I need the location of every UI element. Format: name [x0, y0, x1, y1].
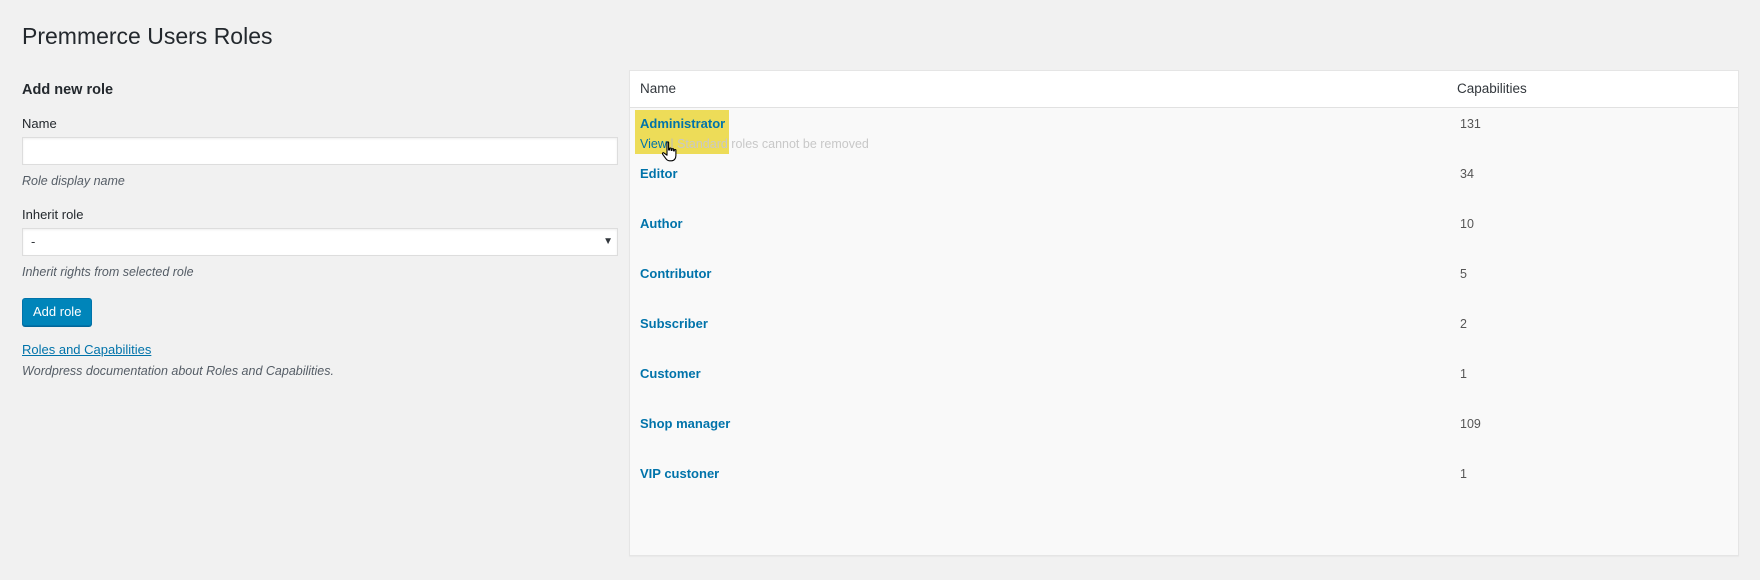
table-row: VIP custoner 1: [630, 463, 1738, 519]
add-role-form: Add new role Name Role display name Inhe…: [22, 78, 618, 381]
role-name-link[interactable]: Author: [640, 213, 683, 235]
role-name-link[interactable]: Editor: [640, 163, 678, 185]
role-name-link[interactable]: Administrator: [640, 113, 725, 135]
inherit-role-label: Inherit role: [22, 207, 84, 222]
column-header-capabilities[interactable]: Capabilities: [1457, 71, 1527, 107]
table-row: Contributor 5: [630, 263, 1738, 319]
role-name-link[interactable]: VIP custoner: [640, 463, 719, 485]
role-name-link[interactable]: Subscriber: [640, 313, 708, 335]
role-capabilities-count: 131: [1460, 117, 1481, 131]
inherit-role-select[interactable]: - ▼: [22, 228, 618, 256]
column-header-name[interactable]: Name: [640, 71, 676, 107]
table-row: Administrator View | Standard roles cann…: [630, 110, 1738, 169]
table-row: Subscriber 2: [630, 313, 1738, 369]
table-row: Shop manager 109: [630, 413, 1738, 469]
role-capabilities-count: 5: [1460, 267, 1467, 281]
inherit-role-selected-value: -: [31, 234, 36, 249]
role-capabilities-count: 1: [1460, 467, 1467, 481]
role-name-link[interactable]: Customer: [640, 363, 701, 385]
roles-table: Name Capabilities Administrator View | S…: [629, 70, 1739, 556]
role-name-link[interactable]: Shop manager: [640, 413, 730, 435]
role-name-link[interactable]: Contributor: [640, 263, 711, 285]
name-field-label: Name: [22, 116, 57, 131]
name-help-text: Role display name: [22, 174, 125, 188]
doc-link-description: Wordpress documentation about Roles and …: [22, 364, 334, 378]
page-title: Premmerce Users Roles: [22, 23, 273, 49]
role-capabilities-count: 2: [1460, 317, 1467, 331]
role-capabilities-count: 109: [1460, 417, 1481, 431]
add-role-button[interactable]: Add role: [22, 298, 93, 326]
role-capabilities-count: 34: [1460, 167, 1474, 181]
role-capabilities-count: 1: [1460, 367, 1467, 381]
inherit-help-text: Inherit rights from selected role: [22, 265, 194, 279]
table-header: Name Capabilities: [630, 71, 1738, 108]
caret-down-icon: ▼: [603, 236, 613, 247]
table-row: Customer 1: [630, 363, 1738, 419]
role-name-input[interactable]: [22, 137, 618, 165]
table-row: Author 10: [630, 213, 1738, 269]
roles-capabilities-doc-link[interactable]: Roles and Capabilities: [22, 340, 151, 360]
add-role-section-title: Add new role: [22, 82, 114, 98]
hand-pointer-icon: [661, 141, 677, 162]
table-row: Editor 34: [630, 163, 1738, 219]
role-capabilities-count: 10: [1460, 217, 1474, 231]
cannot-remove-note: Standard roles cannot be removed: [677, 137, 869, 151]
